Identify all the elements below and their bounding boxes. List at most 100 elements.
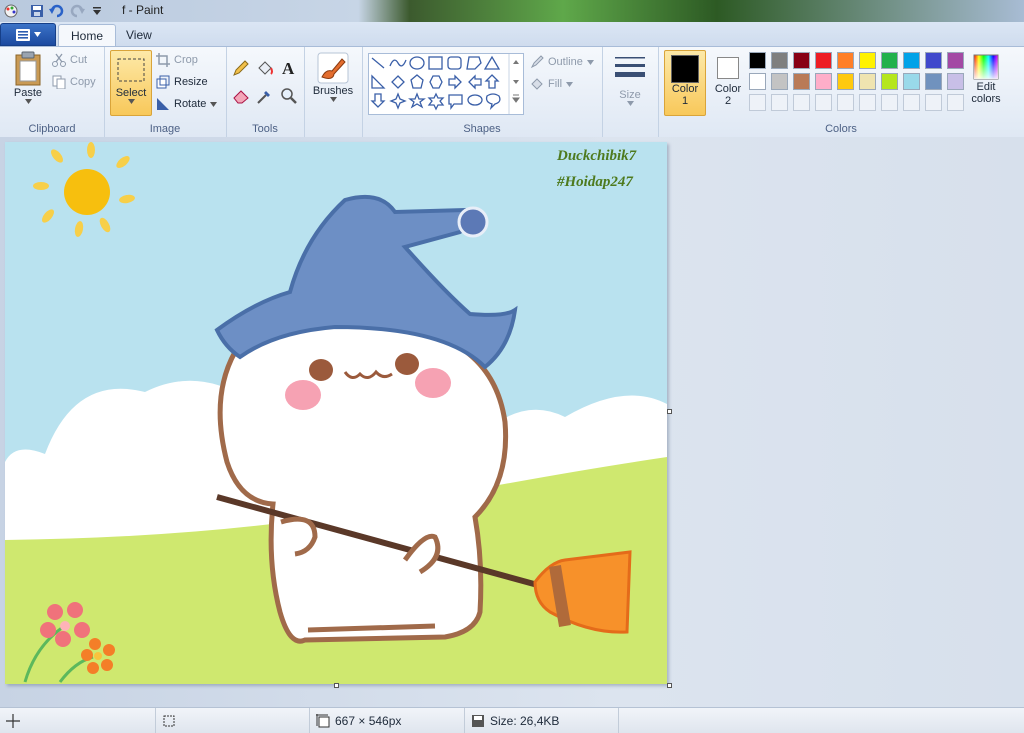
select-button[interactable]: Select: [110, 50, 152, 116]
resize-handle-bottom[interactable]: [334, 683, 339, 688]
palette-swatch[interactable]: [749, 52, 766, 69]
resize-icon: [156, 75, 170, 89]
crop-button[interactable]: Crop: [156, 53, 198, 67]
resize-handle-right[interactable]: [667, 409, 672, 414]
pencil-icon[interactable]: [232, 59, 250, 77]
fill-bucket-icon[interactable]: [256, 59, 274, 77]
colors-group-label: Colors: [825, 123, 857, 135]
hexagon-shape-icon: [429, 75, 443, 89]
curve-shape-icon: [389, 59, 407, 67]
redo-icon[interactable]: [68, 2, 86, 20]
crop-label: Crop: [174, 54, 198, 66]
color2-button[interactable]: Color 2: [708, 50, 748, 114]
eraser-icon[interactable]: [232, 87, 250, 105]
rounded-rectangle-shape-icon: [447, 56, 462, 70]
color2-label: Color: [714, 83, 742, 95]
drawing-canvas[interactable]: Duckchibik7 #Hoidap247: [5, 142, 667, 684]
colors-group: Color 1 Color 2 Edit colors Colors: [658, 47, 1024, 137]
edit-colors-label-2: colors: [971, 93, 1001, 105]
custom-color-slot[interactable]: [881, 94, 898, 111]
paint-app-icon[interactable]: [2, 2, 20, 20]
custom-color-slot[interactable]: [925, 94, 942, 111]
edit-colors-button[interactable]: Edit colors: [966, 53, 1006, 105]
chevron-down-icon: [626, 101, 634, 106]
polygon-shape-icon: [466, 56, 482, 70]
cut-button[interactable]: Cut: [52, 53, 87, 67]
palette-swatch[interactable]: [925, 52, 942, 69]
oval-shape-icon: [409, 56, 425, 70]
palette-swatch[interactable]: [815, 52, 832, 69]
custom-color-slot[interactable]: [903, 94, 920, 111]
fill-button[interactable]: Fill: [530, 77, 574, 91]
palette-swatch[interactable]: [771, 52, 788, 69]
outline-button[interactable]: Outline: [530, 55, 594, 69]
resize-handle-corner[interactable]: [667, 683, 672, 688]
edit-colors-label-1: Edit: [976, 81, 996, 93]
palette-swatch[interactable]: [947, 52, 964, 69]
text-tool-icon[interactable]: A: [280, 59, 298, 77]
quick-access-toolbar: [0, 0, 106, 22]
title-bar: f - Paint: [0, 0, 1024, 22]
outline-label: Outline: [548, 56, 583, 68]
custom-color-slot[interactable]: [749, 94, 766, 111]
five-point-star-shape-icon: [408, 92, 426, 109]
custom-color-slot[interactable]: [859, 94, 876, 111]
color-picker-icon[interactable]: [256, 87, 274, 105]
clipboard-group-label: Clipboard: [28, 123, 76, 135]
size-button[interactable]: Size: [612, 55, 648, 106]
file-size-cell: Size: 26,4KB: [464, 708, 559, 733]
line-shape-icon: [371, 57, 385, 69]
tab-home[interactable]: Home: [58, 24, 117, 47]
custom-color-slot[interactable]: [947, 94, 964, 111]
palette-swatch[interactable]: [771, 73, 788, 90]
window-title: f - Paint: [122, 3, 164, 17]
palette-swatch[interactable]: [903, 52, 920, 69]
custom-color-slot[interactable]: [837, 94, 854, 111]
brushes-button[interactable]: Brushes: [310, 51, 356, 102]
cut-label: Cut: [70, 54, 88, 66]
palette-swatch[interactable]: [815, 73, 832, 90]
paste-label: Paste: [13, 87, 43, 99]
selection-size-icon: [163, 715, 175, 726]
image-dimensions-cell: 667 × 546px: [309, 708, 401, 733]
custom-color-slot[interactable]: [771, 94, 788, 111]
rotate-button[interactable]: Rotate: [156, 97, 218, 111]
chevron-down-icon: [586, 59, 594, 65]
color1-button[interactable]: Color 1: [664, 50, 706, 116]
up-arrow-shape-icon: [484, 74, 500, 89]
custom-color-slot[interactable]: [815, 94, 832, 111]
magnifier-icon[interactable]: [280, 87, 298, 105]
palette-swatch[interactable]: [859, 52, 876, 69]
tab-view[interactable]: View: [114, 24, 164, 46]
color1-swatch: [671, 55, 699, 83]
rotate-icon: [157, 98, 169, 110]
palette-swatch[interactable]: [837, 52, 854, 69]
brushes-label: Brushes: [312, 85, 354, 97]
palette-swatch[interactable]: [837, 73, 854, 90]
palette-swatch[interactable]: [881, 52, 898, 69]
custom-color-slot[interactable]: [793, 94, 810, 111]
color2-number: 2: [724, 95, 732, 107]
paste-button[interactable]: Paste: [8, 51, 48, 104]
paint-menu-button[interactable]: [0, 23, 56, 46]
palette-swatch[interactable]: [793, 52, 810, 69]
resize-button[interactable]: Resize: [156, 75, 208, 89]
selection-size-cell: [155, 708, 176, 733]
clipboard-group: Paste Cut Copy Clipboard: [0, 47, 105, 137]
save-icon[interactable]: [28, 2, 46, 20]
palette-swatch[interactable]: [859, 73, 876, 90]
color2-swatch: [717, 57, 739, 79]
palette-swatch[interactable]: [749, 73, 766, 90]
palette-swatch[interactable]: [881, 73, 898, 90]
undo-icon[interactable]: [48, 2, 66, 20]
palette-swatch[interactable]: [903, 73, 920, 90]
copy-button[interactable]: Copy: [52, 75, 96, 89]
customize-toolbar-icon[interactable]: [88, 2, 106, 20]
tools-group-label: Tools: [252, 123, 278, 135]
palette-swatch[interactable]: [947, 73, 964, 90]
credit-text-2: #Hoidap247: [556, 174, 633, 190]
canvas-size-icon: [316, 713, 330, 727]
shapes-gallery[interactable]: [368, 53, 524, 115]
palette-swatch[interactable]: [925, 73, 942, 90]
palette-swatch[interactable]: [793, 73, 810, 90]
